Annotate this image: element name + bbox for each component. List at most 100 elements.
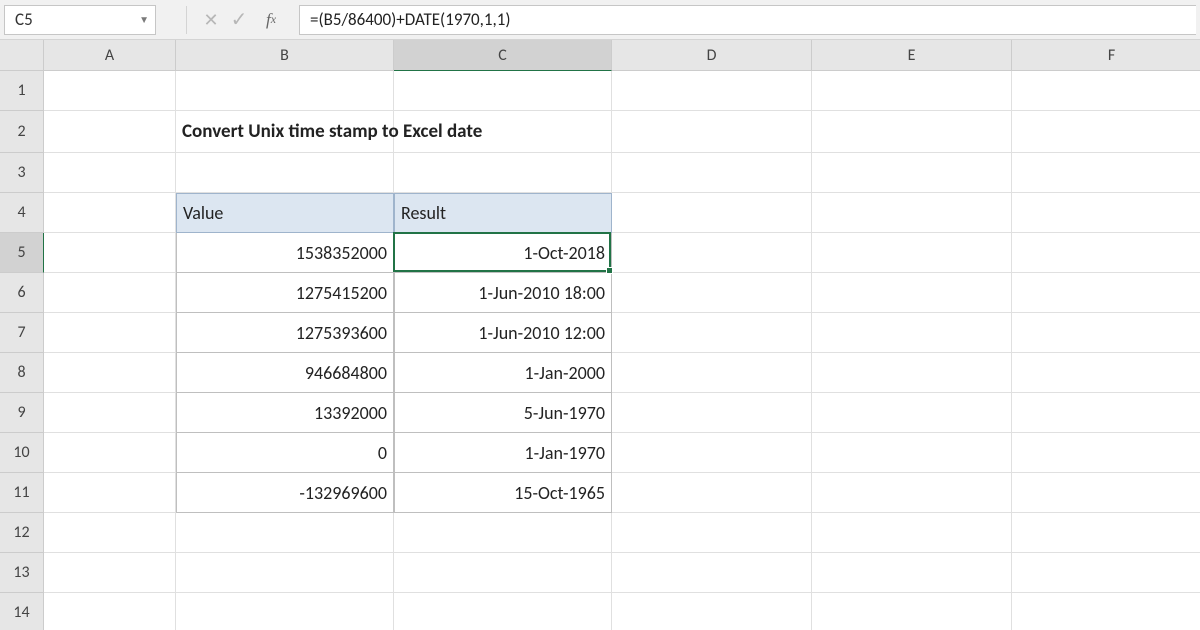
cell[interactable]: [812, 111, 1012, 153]
cell[interactable]: [44, 513, 176, 553]
table-cell-value[interactable]: 0: [176, 433, 394, 473]
row-header[interactable]: 4: [0, 193, 44, 233]
select-all-corner[interactable]: [0, 40, 44, 71]
table-header-value[interactable]: Value: [176, 193, 394, 233]
cell[interactable]: [1012, 71, 1200, 111]
cell[interactable]: [394, 513, 612, 553]
cell[interactable]: [812, 71, 1012, 111]
table-cell-result[interactable]: 1-Jun-2010 18:00: [394, 273, 612, 313]
cell[interactable]: [812, 233, 1012, 273]
row-header[interactable]: 10: [0, 433, 44, 473]
cell[interactable]: [812, 273, 1012, 313]
cell[interactable]: [1012, 353, 1200, 393]
cell[interactable]: [44, 313, 176, 353]
cell[interactable]: [812, 553, 1012, 593]
column-header[interactable]: C: [394, 40, 612, 71]
table-cell-value[interactable]: 1275415200: [176, 273, 394, 313]
cell[interactable]: [1012, 233, 1200, 273]
cell[interactable]: [44, 393, 176, 433]
cell[interactable]: [812, 593, 1012, 630]
cell[interactable]: [612, 473, 812, 513]
row-header[interactable]: 2: [0, 111, 44, 153]
cell[interactable]: [1012, 553, 1200, 593]
table-cell-value[interactable]: 1538352000: [176, 233, 394, 273]
name-box[interactable]: C5 ▼: [4, 5, 156, 35]
table-cell-result[interactable]: 1-Jan-2000: [394, 353, 612, 393]
row-header[interactable]: 14: [0, 593, 44, 630]
cell[interactable]: [394, 593, 612, 630]
cell[interactable]: [44, 233, 176, 273]
column-header[interactable]: E: [812, 40, 1012, 71]
cell[interactable]: [812, 153, 1012, 193]
cell[interactable]: [1012, 473, 1200, 513]
cell[interactable]: [812, 433, 1012, 473]
cell[interactable]: [612, 553, 812, 593]
cell[interactable]: [44, 473, 176, 513]
cell[interactable]: [1012, 193, 1200, 233]
cell[interactable]: [1012, 393, 1200, 433]
chevron-down-icon[interactable]: ▼: [139, 13, 149, 26]
cell[interactable]: [612, 193, 812, 233]
cell[interactable]: [176, 153, 394, 193]
table-header-result[interactable]: Result: [394, 193, 612, 233]
cell[interactable]: [44, 353, 176, 393]
cell[interactable]: [612, 233, 812, 273]
cell[interactable]: [44, 111, 176, 153]
row-header[interactable]: 3: [0, 153, 44, 193]
cell[interactable]: [44, 273, 176, 313]
cell[interactable]: [812, 193, 1012, 233]
cell[interactable]: [394, 153, 612, 193]
cell[interactable]: [44, 71, 176, 111]
cell[interactable]: [394, 71, 612, 111]
grid[interactable]: Convert Unix time stamp to Excel date Val…: [44, 71, 1200, 630]
cell[interactable]: [1012, 111, 1200, 153]
cell[interactable]: [612, 313, 812, 353]
cell[interactable]: [1012, 273, 1200, 313]
cell[interactable]: [1012, 593, 1200, 630]
formula-input[interactable]: =(B5/86400)+DATE(1970,1,1): [299, 5, 1196, 35]
cell[interactable]: [1012, 513, 1200, 553]
cell[interactable]: [176, 593, 394, 630]
row-header[interactable]: 5: [0, 233, 44, 273]
cell[interactable]: [612, 273, 812, 313]
table-cell-result[interactable]: 1-Jun-2010 12:00: [394, 313, 612, 353]
column-header[interactable]: D: [612, 40, 812, 71]
fx-icon[interactable]: fx: [253, 6, 289, 34]
cell[interactable]: [612, 353, 812, 393]
page-title[interactable]: Convert Unix time stamp to Excel date: [176, 111, 394, 153]
table-cell-value[interactable]: 1275393600: [176, 313, 394, 353]
cell[interactable]: [44, 553, 176, 593]
row-header[interactable]: 12: [0, 513, 44, 553]
cell[interactable]: [176, 553, 394, 593]
spreadsheet[interactable]: ABCDEFG 1234567891011121314 Convert Unix…: [0, 40, 1200, 630]
cell[interactable]: [44, 193, 176, 233]
cell[interactable]: [176, 71, 394, 111]
row-header[interactable]: 13: [0, 553, 44, 593]
table-cell-value[interactable]: 946684800: [176, 353, 394, 393]
table-cell-result[interactable]: 1-Oct-2018: [394, 233, 612, 273]
cell[interactable]: [612, 593, 812, 630]
table-cell-result[interactable]: 15-Oct-1965: [394, 473, 612, 513]
cell[interactable]: [44, 153, 176, 193]
cell[interactable]: [612, 513, 812, 553]
column-header[interactable]: A: [44, 40, 176, 71]
cell[interactable]: [1012, 153, 1200, 193]
row-header[interactable]: 11: [0, 473, 44, 513]
cell[interactable]: [1012, 433, 1200, 473]
cell[interactable]: [176, 513, 394, 553]
row-header[interactable]: 6: [0, 273, 44, 313]
cell[interactable]: [612, 433, 812, 473]
cell[interactable]: [612, 393, 812, 433]
cell[interactable]: [44, 593, 176, 630]
cell[interactable]: [812, 473, 1012, 513]
table-cell-value[interactable]: -132969600: [176, 473, 394, 513]
row-header[interactable]: 1: [0, 71, 44, 111]
row-header[interactable]: 7: [0, 313, 44, 353]
cell[interactable]: [812, 313, 1012, 353]
table-cell-value[interactable]: 13392000: [176, 393, 394, 433]
table-cell-result[interactable]: 5-Jun-1970: [394, 393, 612, 433]
column-header[interactable]: F: [1012, 40, 1200, 71]
cell[interactable]: [812, 393, 1012, 433]
cell[interactable]: [394, 553, 612, 593]
row-header[interactable]: 8: [0, 353, 44, 393]
